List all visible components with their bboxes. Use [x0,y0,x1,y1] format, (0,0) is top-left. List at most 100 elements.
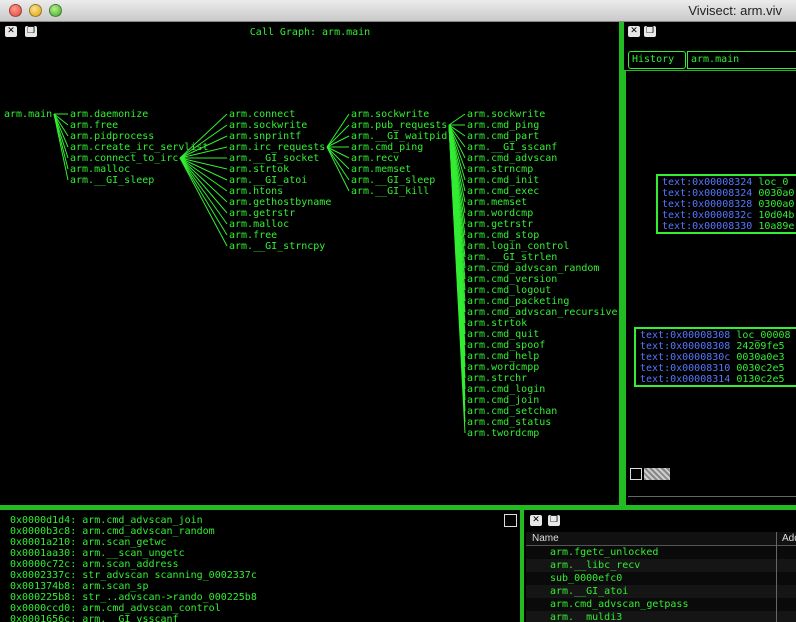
memory-row[interactable]: text:0x00008324 0030a0 [662,188,796,199]
close-icon[interactable]: ✕ [530,515,542,526]
memory-view-block[interactable]: text:0x00008324 loc_0 text:0x00008324 003… [656,174,796,234]
table-row[interactable]: sub_0000efc0 [526,572,796,585]
restore-icon[interactable]: ❐ [548,515,560,526]
callgraph-node[interactable]: arm.__GI_kill [351,186,429,197]
callgraph-node[interactable]: arm.recv [351,153,399,164]
memory-row[interactable]: text:0x00008330 10a89e [662,221,796,232]
callgraph-node[interactable]: arm.cmd_init [467,175,539,186]
callgraph-node[interactable]: arm.__GI_atoi [229,175,307,186]
callgraph-node[interactable]: arm.cmd_help [467,351,539,362]
callgraph-node[interactable]: arm.irc_requests [229,142,325,153]
callgraph-node[interactable]: arm.getrstr [467,219,533,230]
callgraph-node[interactable]: arm.cmd_advscan [467,153,557,164]
callgraph-node[interactable]: arm.sockwrite [467,109,545,120]
callgraph-node[interactable]: arm.malloc [229,219,289,230]
table-row[interactable]: arm.fgetc_unlocked [526,546,796,559]
callgraph-node[interactable]: arm.__GI_sleep [70,175,154,186]
history-location-input[interactable]: arm.main [687,51,796,69]
callgraph-node[interactable]: arm.cmd_packeting [467,296,569,307]
callgraph-node[interactable]: arm.__GI_waitpid [351,131,447,142]
callgraph-node[interactable]: arm.cmd_setchan [467,406,557,417]
table-row[interactable]: arm.__GI_atoi [526,585,796,598]
memory-row[interactable]: text:0x0000832c 10d04b [662,210,796,221]
console-line[interactable]: 0x0000ccd0: arm.cmd_advscan_control [10,603,500,614]
callgraph-node[interactable]: arm.strtok [229,164,289,175]
callgraph-node[interactable]: arm.malloc [70,164,130,175]
callgraph-node[interactable]: arm.cmd_version [467,274,557,285]
memory-view-block[interactable]: text:0x00008308 loc_00008 text:0x00008308… [634,327,796,387]
callgraph-node[interactable]: arm.gethostbyname [229,197,331,208]
console-line[interactable]: 0x0000c72c: arm.scan_address [10,559,500,570]
callgraph-node[interactable]: arm.__GI_socket [229,153,319,164]
callgraph-node[interactable]: arm.cmd_status [467,417,551,428]
callgraph-node[interactable]: arm.cmd_logout [467,285,551,296]
console-panel[interactable]: 0x0000d1d4: arm.cmd_advscan_join 0x0000b3… [0,510,520,622]
callgraph-node[interactable]: arm.cmd_advscan_random [467,263,599,274]
column-header-name[interactable]: Name [532,533,559,544]
callgraph-node-root[interactable]: arm.main [4,109,52,120]
callgraph-node[interactable]: arm.__GI_sscanf [467,142,557,153]
window-close-button[interactable] [9,4,22,17]
memory-row[interactable]: text:0x00008308 24209fe5 [640,341,796,352]
console-line[interactable]: 0x000225b8: str_..advscan->rando_000225b… [10,592,500,603]
memory-row[interactable]: text:0x00008324 loc_0 [662,177,796,188]
callgraph-node[interactable]: arm.strtok [467,318,527,329]
window-minimize-button[interactable] [29,4,42,17]
console-line[interactable]: 0x0001aa30: arm.__scan_ungetc [10,548,500,559]
close-icon[interactable]: ✕ [628,26,640,37]
callgraph-node[interactable]: arm.wordcmp [467,208,533,219]
callgraph-node[interactable]: arm.cmd_part [467,131,539,142]
table-row[interactable]: arm.cmd_advscan_getpass [526,598,796,611]
callgraph-node[interactable]: arm.cmd_ping [467,120,539,131]
callgraph-node[interactable]: arm.connect [229,109,295,120]
callgraph-node[interactable]: arm.sockwrite [351,109,429,120]
memory-row[interactable]: text:0x00008314 0130c2e5 [640,374,796,385]
callgraph-node[interactable]: arm.getrstr [229,208,295,219]
callgraph-node[interactable]: arm.twordcmp [467,428,539,439]
column-header-address[interactable]: Add [782,533,796,544]
callgraph-node[interactable]: arm.create_irc_servlist [70,142,208,153]
callgraph-node[interactable]: arm.wordcmpp [467,362,539,373]
memory-row[interactable]: text:0x00008310 0030c2e5 [640,363,796,374]
history-button[interactable]: History [628,51,686,69]
callgraph-node[interactable]: arm.htons [229,186,283,197]
callgraph-node[interactable]: arm.cmd_login [467,384,545,395]
callgraph-node[interactable]: arm.cmd_exec [467,186,539,197]
callgraph-node[interactable]: arm.cmd_advscan_recursive [467,307,618,318]
callgraph-panel[interactable]: ✕ ❐ Call Graph: arm.main arm.main arm.dae… [0,22,620,506]
callgraph-node[interactable]: arm.daemonize [70,109,148,120]
table-row[interactable]: arm.__libc_recv [526,559,796,572]
callgraph-node[interactable]: arm.connect_to_irc [70,153,178,164]
callgraph-node[interactable]: arm.sockwrite [229,120,307,131]
memory-row[interactable]: text:0x0000830c 0030a0e3 [640,352,796,363]
callgraph-node[interactable]: arm.__GI_strlen [467,252,557,263]
console-line[interactable]: 0x0000b3c8: arm.cmd_advscan_random [10,526,500,537]
window-zoom-button[interactable] [49,4,62,17]
console-line[interactable]: 0x0000d1d4: arm.cmd_advscan_join [10,515,500,526]
horizontal-scrollbar[interactable] [628,466,796,482]
callgraph-node[interactable]: arm.free [229,230,277,241]
callgraph-node[interactable]: arm.login_control [467,241,569,252]
callgraph-node[interactable]: arm.free [70,120,118,131]
callgraph-node[interactable]: arm.memset [467,197,527,208]
scroll-left-button[interactable] [630,468,642,480]
callgraph-node[interactable]: arm.cmd_join [467,395,539,406]
callgraph-node[interactable]: arm.memset [351,164,411,175]
callgraph-node[interactable]: arm.cmd_quit [467,329,539,340]
callgraph-node[interactable]: arm.strchr [467,373,527,384]
callgraph-node[interactable]: arm.strncmp [467,164,533,175]
callgraph-node[interactable]: arm.cmd_ping [351,142,423,153]
console-line[interactable]: 0x0001656c: arm.__GI_vsscanf [10,614,500,622]
console-line[interactable]: 0x0002337c: str_advscan scanning_0002337… [10,570,500,581]
callgraph-node[interactable]: arm.__GI_strncpy [229,241,325,252]
callgraph-node[interactable]: arm.pub_requests [351,120,447,131]
console-scroll-button[interactable] [504,514,517,527]
table-row[interactable]: arm.__muldi3 [526,611,796,622]
callgraph-node[interactable]: arm.cmd_spoof [467,340,545,351]
memory-row[interactable]: text:0x00008328 0300a0 [662,199,796,210]
memory-row[interactable]: text:0x00008308 loc_00008 [640,330,796,341]
callgraph-node[interactable]: arm.snprintf [229,131,301,142]
callgraph-node[interactable]: arm.pidprocess [70,131,154,142]
scroll-thumb[interactable] [644,468,670,480]
callgraph-node[interactable]: arm.cmd_stop [467,230,539,241]
